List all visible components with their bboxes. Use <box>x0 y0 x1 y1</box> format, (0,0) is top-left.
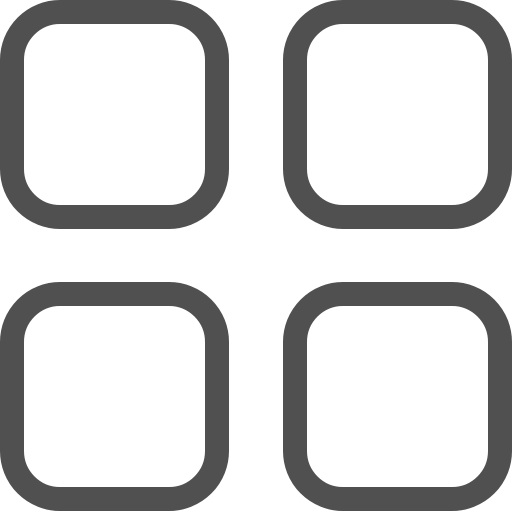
tile-bottom-right <box>283 282 512 511</box>
tile-top-right <box>283 0 512 229</box>
tile-bottom-left <box>0 282 229 511</box>
grid-view-icon-svg <box>0 0 512 511</box>
grid-view-icon <box>0 0 512 512</box>
tile-top-left <box>0 0 229 229</box>
